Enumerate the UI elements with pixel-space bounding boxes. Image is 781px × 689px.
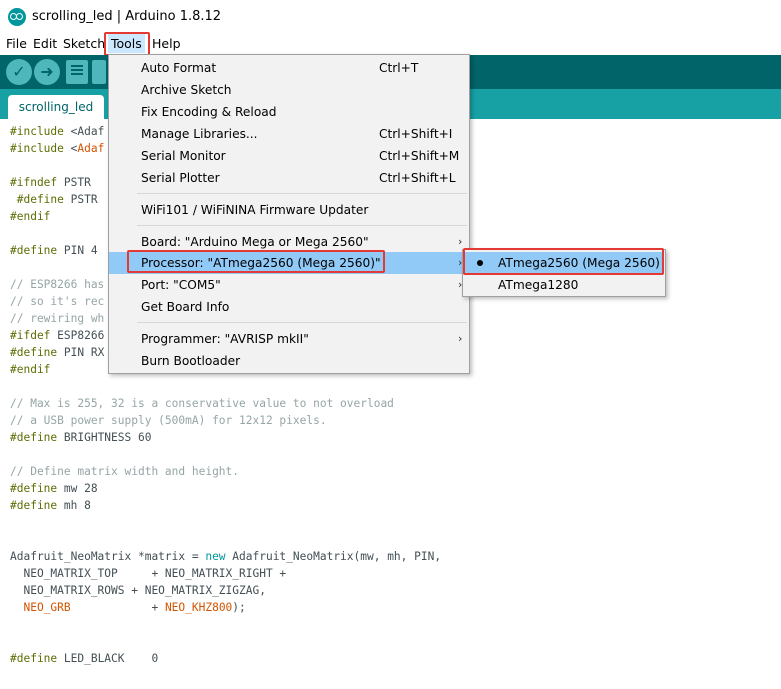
atmega2560-annotation-box xyxy=(463,248,664,275)
title-bar: scrolling_led | Arduino 1.8.12 xyxy=(0,0,781,33)
new-sketch-button[interactable] xyxy=(66,60,88,84)
menu-separator xyxy=(137,225,467,226)
menu-item-serial-monitor[interactable]: Serial Monitor Ctrl+Shift+M xyxy=(109,145,469,167)
code-line: #ifndef PSTR xyxy=(10,176,91,189)
menu-item-fix-encoding[interactable]: Fix Encoding & Reload xyxy=(109,101,469,123)
menu-separator xyxy=(137,322,467,323)
submenu-arrow-icon: › xyxy=(458,332,463,345)
menu-item-wifi-updater[interactable]: WiFi101 / WiFiNINA Firmware Updater xyxy=(109,199,469,221)
menu-item-programmer[interactable]: Programmer: "AVRISP mkII" › xyxy=(109,328,469,350)
menu-sketch[interactable]: Sketch xyxy=(63,36,105,51)
menu-item-manage-libraries[interactable]: Manage Libraries... Ctrl+Shift+I xyxy=(109,123,469,145)
document-icon xyxy=(71,65,83,67)
verify-button[interactable]: ✓ xyxy=(6,59,32,85)
menu-item-archive-sketch[interactable]: Archive Sketch xyxy=(109,79,469,101)
submenu-item-atmega1280[interactable]: ATmega1280 xyxy=(464,274,664,296)
code-line: Adafruit_NeoMatrix *matrix = new Adafrui… xyxy=(10,550,442,563)
code-line: // rewiring wh xyxy=(10,312,105,325)
menu-item-port[interactable]: Port: "COM5" › xyxy=(109,274,469,296)
tools-annotation-box xyxy=(104,32,150,56)
code-line: #define LED_BLACK 0 xyxy=(10,652,159,665)
menu-item-auto-format[interactable]: Auto Format Ctrl+T xyxy=(109,57,469,79)
code-line: // Define matrix width and height. xyxy=(10,465,240,478)
menu-file[interactable]: File xyxy=(6,36,27,51)
code-line: #define mh 8 xyxy=(10,499,91,512)
window-title: scrolling_led | Arduino 1.8.12 xyxy=(32,9,222,24)
arduino-logo-icon xyxy=(8,8,26,26)
menu-item-burn-bootloader[interactable]: Burn Bootloader xyxy=(109,350,469,372)
code-line: #define PIN RX xyxy=(10,346,105,359)
code-line: // ESP8266 has xyxy=(10,278,105,291)
menu-edit[interactable]: Edit xyxy=(33,36,57,51)
tools-dropdown-menu: Auto Format Ctrl+T Archive Sketch Fix Enc… xyxy=(108,54,470,374)
code-line: #endif xyxy=(10,363,51,376)
code-line: #endif xyxy=(10,210,51,223)
code-line: // a USB power supply (500mA) for 12x12 … xyxy=(10,414,327,427)
menu-separator xyxy=(137,193,467,194)
code-line: NEO_GRB + NEO_KHZ800); xyxy=(23,601,246,614)
upload-button[interactable]: ➜ xyxy=(34,59,60,85)
code-line: // Max is 255, 32 is a conservative valu… xyxy=(10,397,394,410)
menu-item-get-board-info[interactable]: Get Board Info xyxy=(109,296,469,318)
code-line: NEO_MATRIX_TOP + NEO_MATRIX_RIGHT + xyxy=(10,567,287,580)
code-line: #ifdef ESP8266 xyxy=(10,329,105,342)
code-line: #define mw 28 xyxy=(10,482,98,495)
tab-scrolling-led[interactable]: scrolling_led xyxy=(8,95,104,119)
processor-annotation-box xyxy=(127,250,385,273)
code-line: // so it's rec xyxy=(10,295,105,308)
code-line: #define PIN 4 xyxy=(10,244,98,257)
code-line: NEO_MATRIX_ROWS + NEO_MATRIX_ZIGZAG, xyxy=(10,584,266,597)
code-line: #include <Adaf xyxy=(10,125,105,138)
code-line: #define PSTR xyxy=(10,193,98,206)
menu-item-serial-plotter[interactable]: Serial Plotter Ctrl+Shift+L xyxy=(109,167,469,189)
code-line: #include <Adaf xyxy=(10,142,105,155)
menu-help[interactable]: Help xyxy=(152,36,181,51)
code-line: #define BRIGHTNESS 60 xyxy=(10,431,152,444)
open-sketch-button[interactable] xyxy=(92,60,106,84)
